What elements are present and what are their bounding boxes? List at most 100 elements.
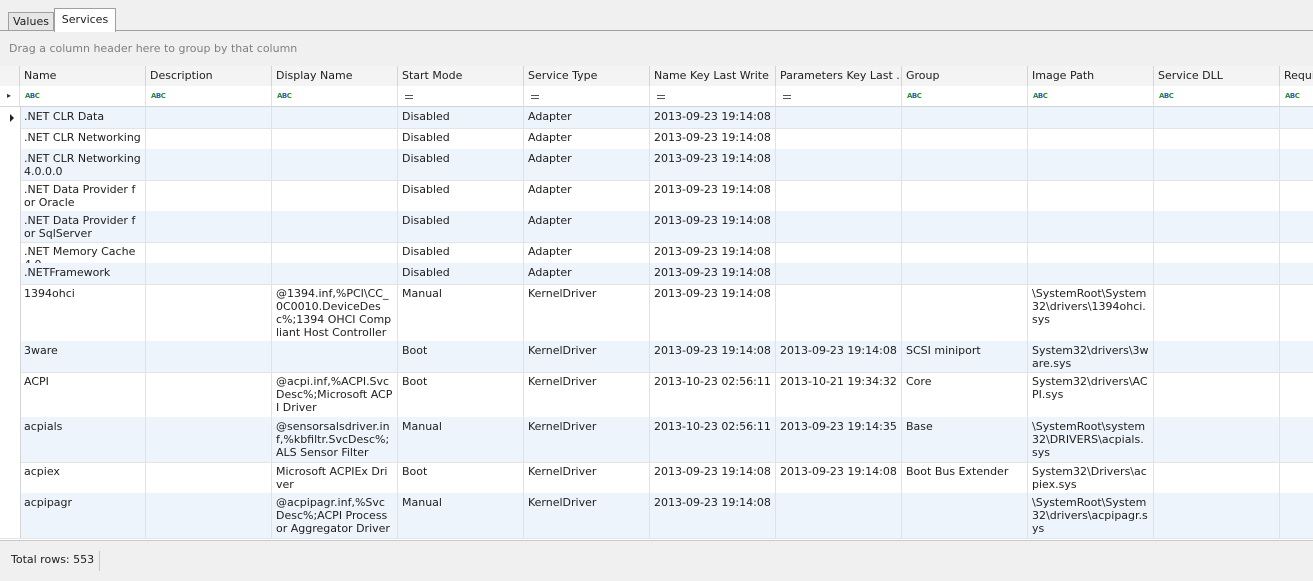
cell-image-path[interactable]: System32\Drivers\acpiex.sys	[1028, 462, 1154, 493]
cell-image-path[interactable]	[1028, 180, 1154, 211]
filter-cell-service-dll[interactable]: ABC	[1154, 86, 1280, 106]
cell-image-path[interactable]	[1028, 107, 1154, 128]
cell-service-dll[interactable]	[1154, 107, 1280, 128]
cell-parameters-key-last[interactable]	[776, 211, 902, 242]
cell-requi[interactable]	[1280, 107, 1313, 128]
cell-name[interactable]: .NET CLR Networking	[20, 128, 146, 149]
cell-service-dll[interactable]	[1154, 180, 1280, 211]
table-row[interactable]: ACPI @acpi.inf,%ACPI.SvcDesc%;Microsoft A…	[0, 372, 1313, 418]
cell-description[interactable]	[146, 128, 272, 149]
cell-start-mode[interactable]: Boot	[398, 372, 524, 417]
row-indicator[interactable]	[0, 242, 21, 263]
cell-start-mode[interactable]: Manual	[398, 493, 524, 538]
table-row[interactable]: .NET Data Provider for Oracle Disabled Ada…	[0, 180, 1313, 212]
cell-parameters-key-last[interactable]	[776, 284, 902, 341]
column-header-display-name[interactable]: Display Name	[272, 66, 398, 86]
filter-cell-name[interactable]: ABC	[20, 86, 146, 106]
cell-description[interactable]	[146, 149, 272, 180]
row-indicator[interactable]	[0, 417, 21, 462]
cell-parameters-key-last[interactable]	[776, 149, 902, 180]
cell-name-key-last-write[interactable]: 2013-09-23 19:14:08	[650, 180, 776, 211]
cell-group[interactable]: Boot Bus Extender	[902, 462, 1028, 493]
cell-service-type[interactable]: Adapter	[524, 263, 650, 284]
cell-service-dll[interactable]	[1154, 128, 1280, 149]
cell-name[interactable]: .NET Data Provider for SqlServer	[20, 211, 146, 242]
cell-group[interactable]: Base	[902, 417, 1028, 462]
cell-service-type[interactable]: Adapter	[524, 149, 650, 180]
cell-name-key-last-write[interactable]: 2013-10-23 02:56:11	[650, 417, 776, 462]
cell-service-type[interactable]: Adapter	[524, 211, 650, 242]
row-indicator[interactable]	[0, 372, 21, 417]
cell-display-name[interactable]	[272, 211, 398, 242]
filter-cell-requi[interactable]: ABC	[1280, 86, 1313, 106]
cell-image-path[interactable]	[1028, 263, 1154, 284]
cell-parameters-key-last[interactable]: 2013-09-23 19:14:35	[776, 417, 902, 462]
cell-description[interactable]	[146, 417, 272, 462]
cell-description[interactable]	[146, 263, 272, 284]
column-header-requi[interactable]: Requi	[1280, 66, 1313, 86]
cell-requi[interactable]	[1280, 128, 1313, 149]
column-header-name[interactable]: Name	[20, 66, 146, 86]
cell-name[interactable]: .NET CLR Networking 4.0.0.0	[20, 149, 146, 180]
filter-cell-service-type[interactable]	[524, 86, 650, 106]
cell-name[interactable]: 3ware	[20, 341, 146, 372]
cell-service-type[interactable]: KernelDriver	[524, 341, 650, 372]
cell-display-name[interactable]: @1394.inf,%PCI\CC_0C0010.DeviceDesc%;139…	[272, 284, 398, 341]
table-row[interactable]: acpipagr @acpipagr.inf,%SvcDesc%;ACPI Pro…	[0, 493, 1313, 539]
cell-service-type[interactable]: KernelDriver	[524, 417, 650, 462]
cell-service-dll[interactable]	[1154, 341, 1280, 372]
column-header-parameters-key-last[interactable]: Parameters Key Last ...	[776, 66, 902, 86]
cell-name[interactable]: .NET CLR Data	[20, 107, 146, 128]
cell-start-mode[interactable]: Disabled	[398, 242, 524, 263]
row-indicator[interactable]	[0, 128, 21, 149]
cell-group[interactable]: SCSI miniport	[902, 341, 1028, 372]
cell-start-mode[interactable]: Manual	[398, 284, 524, 341]
filter-cell-parameters-key-last[interactable]	[776, 86, 902, 106]
tab-values[interactable]: Values	[8, 12, 54, 30]
group-by-panel[interactable]: Drag a column header here to group by th…	[0, 31, 1313, 66]
table-row[interactable]: .NET CLR Networking 4.0.0.0 Disabled Adapt…	[0, 149, 1313, 181]
filter-row-pin-cell[interactable]: ▸	[0, 86, 20, 106]
cell-service-dll[interactable]	[1154, 284, 1280, 341]
cell-description[interactable]	[146, 493, 272, 538]
cell-display-name[interactable]	[272, 149, 398, 180]
row-indicator[interactable]	[0, 149, 21, 180]
table-row[interactable]: .NET CLR Data Disabled Adapter 2013-09-23 1…	[0, 107, 1313, 129]
row-indicator[interactable]	[0, 493, 21, 538]
cell-description[interactable]	[146, 372, 272, 417]
cell-display-name[interactable]: Microsoft ACPIEx Driver	[272, 462, 398, 493]
cell-start-mode[interactable]: Manual	[398, 417, 524, 462]
cell-service-dll[interactable]	[1154, 417, 1280, 462]
cell-description[interactable]	[146, 180, 272, 211]
cell-image-path[interactable]: \SystemRoot\System32\drivers\1394ohci.sy…	[1028, 284, 1154, 341]
column-header-image-path[interactable]: Image Path	[1028, 66, 1154, 86]
cell-group[interactable]	[902, 149, 1028, 180]
cell-name-key-last-write[interactable]: 2013-09-23 19:14:08	[650, 242, 776, 263]
column-header-start-mode[interactable]: Start Mode	[398, 66, 524, 86]
cell-group[interactable]	[902, 128, 1028, 149]
row-indicator[interactable]	[0, 107, 21, 128]
cell-parameters-key-last[interactable]	[776, 263, 902, 284]
table-row[interactable]: .NET Data Provider for SqlServer Disabled…	[0, 211, 1313, 243]
row-indicator[interactable]	[0, 462, 21, 493]
cell-name[interactable]: .NET Memory Cache 4.0	[20, 242, 146, 263]
cell-requi[interactable]	[1280, 180, 1313, 211]
cell-service-type[interactable]: KernelDriver	[524, 284, 650, 341]
cell-parameters-key-last[interactable]: 2013-10-21 19:34:32	[776, 372, 902, 417]
row-indicator[interactable]	[0, 180, 21, 211]
cell-name-key-last-write[interactable]: 2013-09-23 19:14:08	[650, 493, 776, 538]
cell-display-name[interactable]	[272, 107, 398, 128]
cell-parameters-key-last[interactable]	[776, 128, 902, 149]
column-header-name-key-last-write[interactable]: Name Key Last Write	[650, 66, 776, 86]
cell-description[interactable]	[146, 462, 272, 493]
cell-group[interactable]	[902, 493, 1028, 538]
row-indicator[interactable]	[0, 341, 21, 372]
cell-image-path[interactable]	[1028, 211, 1154, 242]
cell-display-name[interactable]	[272, 180, 398, 211]
cell-parameters-key-last[interactable]: 2013-09-23 19:14:08	[776, 341, 902, 372]
cell-service-type[interactable]: Adapter	[524, 128, 650, 149]
cell-name-key-last-write[interactable]: 2013-09-23 19:14:08	[650, 211, 776, 242]
cell-requi[interactable]	[1280, 284, 1313, 341]
table-row[interactable]: .NETFramework Disabled Adapter 2013-09-23 1…	[0, 263, 1313, 285]
table-row[interactable]: acpiex Microsoft ACPIEx Driver Boot KernelD…	[0, 462, 1313, 494]
